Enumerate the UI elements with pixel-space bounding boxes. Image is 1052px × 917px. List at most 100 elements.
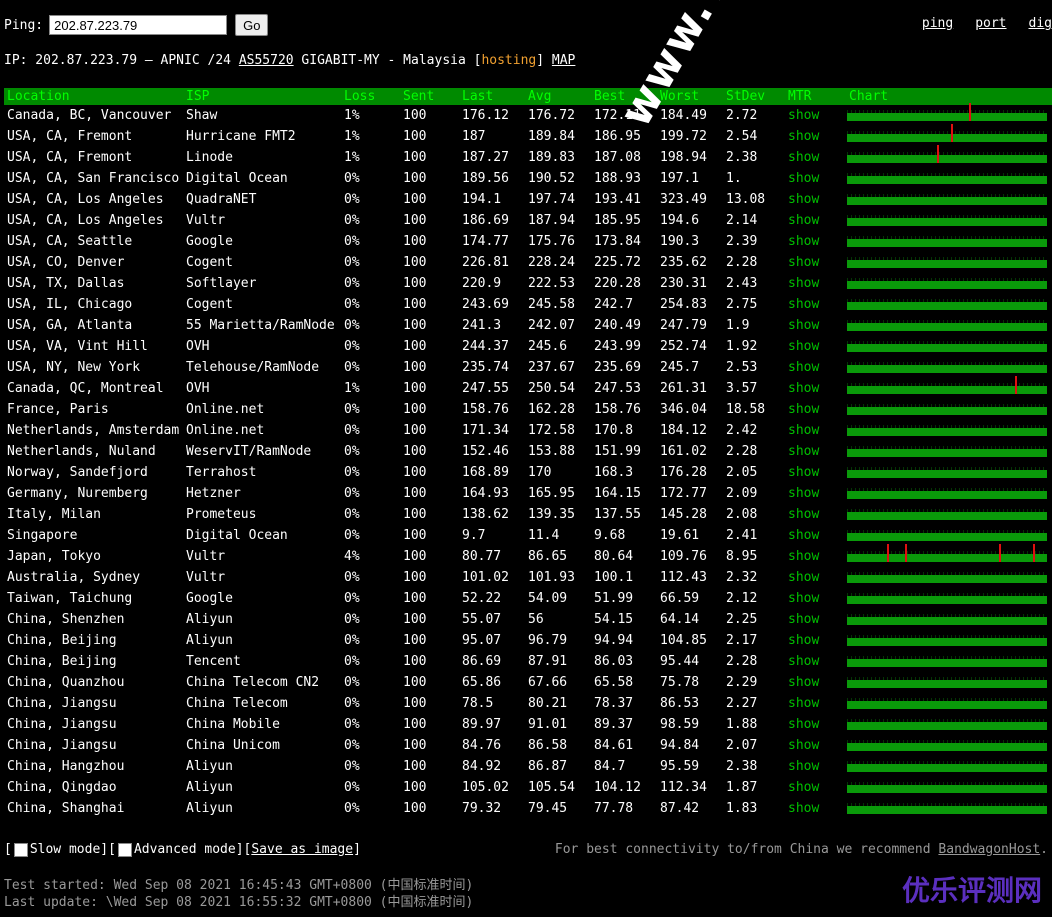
loss-cell: 1% — [344, 108, 360, 123]
table-row: Canada, QC, Montreal OVH 1% 100 247.55 250.54… — [4, 376, 1052, 399]
mtr-show-link[interactable]: show — [788, 234, 819, 249]
sent-cell: 100 — [403, 507, 427, 522]
avg-cell: 67.66 — [528, 675, 568, 690]
mtr-show-link[interactable]: show — [788, 570, 819, 585]
best-cell: 80.64 — [594, 549, 634, 564]
table-body: Canada, BC, Vancouver Shaw 1% 100 176.12 176.… — [4, 103, 1052, 819]
latency-bar — [847, 176, 1047, 184]
bandwagon-link[interactable]: BandwagonHost — [938, 842, 1040, 857]
mtr-show-link[interactable]: show — [788, 654, 819, 669]
last-cell: 176.12 — [462, 108, 509, 123]
location-cell: USA, VA, Vint Hill — [7, 339, 148, 354]
best-cell: 100.1 — [594, 570, 634, 585]
last-cell: 80.77 — [462, 549, 502, 564]
sent-cell: 100 — [403, 570, 427, 585]
mtr-show-link[interactable]: show — [788, 213, 819, 228]
last-cell: 187.27 — [462, 150, 509, 165]
sent-cell: 100 — [403, 738, 427, 753]
loss-cell: 0% — [344, 696, 360, 711]
mtr-show-link[interactable]: show — [788, 402, 819, 417]
mtr-show-link[interactable]: show — [788, 255, 819, 270]
mtr-show-link[interactable]: show — [788, 633, 819, 648]
mtr-show-link[interactable]: show — [788, 381, 819, 396]
latency-chart — [847, 362, 1047, 373]
advanced-mode-checkbox[interactable] — [117, 842, 132, 857]
mtr-show-link[interactable]: show — [788, 108, 819, 123]
ping-input[interactable] — [49, 15, 228, 35]
latency-chart — [847, 145, 1047, 163]
latency-chart — [847, 656, 1047, 667]
mtr-show-link[interactable]: show — [788, 528, 819, 543]
mtr-show-link[interactable]: show — [788, 318, 819, 333]
mode-controls: [Slow mode][Advanced mode][Save as image… — [4, 842, 361, 857]
map-link[interactable]: MAP — [552, 53, 575, 68]
best-cell: 77.78 — [594, 801, 634, 816]
mtr-show-link[interactable]: show — [788, 192, 819, 207]
mtr-show-link[interactable]: show — [788, 696, 819, 711]
latency-bar — [847, 260, 1047, 268]
sent-cell: 100 — [403, 171, 427, 186]
port-link[interactable]: port — [975, 16, 1006, 31]
mtr-show-link[interactable]: show — [788, 465, 819, 480]
mtr-show-link[interactable]: show — [788, 591, 819, 606]
mtr-show-link[interactable]: show — [788, 444, 819, 459]
mtr-show-link[interactable]: show — [788, 801, 819, 816]
location-cell: Norway, Sandefjord — [7, 465, 148, 480]
mtr-show-link[interactable]: show — [788, 738, 819, 753]
worst-cell: 75.78 — [660, 675, 700, 690]
avg-cell: 86.65 — [528, 549, 568, 564]
loss-cell: 0% — [344, 528, 360, 543]
mtr-show-link[interactable]: show — [788, 150, 819, 165]
latency-chart — [847, 236, 1047, 247]
mtr-show-link[interactable]: show — [788, 549, 819, 564]
table-row: USA, GA, Atlanta 55 Marietta/RamNode 0% 100… — [4, 315, 1052, 336]
latency-chart — [847, 173, 1047, 184]
mtr-show-link[interactable]: show — [788, 759, 819, 774]
latency-bar — [847, 302, 1047, 310]
table-row: USA, IL, Chicago Cogent 0% 100 243.69 245.58 2… — [4, 294, 1052, 315]
best-cell: 9.68 — [594, 528, 626, 543]
worst-cell: 145.28 — [660, 507, 707, 522]
ip-mid: GIGABIT-MY - Malaysia [ — [293, 53, 482, 68]
mtr-show-link[interactable]: show — [788, 297, 819, 312]
sent-cell: 100 — [403, 402, 427, 417]
worst-cell: 112.43 — [660, 570, 707, 585]
worst-cell: 19.61 — [660, 528, 700, 543]
avg-cell: 175.76 — [528, 234, 575, 249]
mtr-show-link[interactable]: show — [788, 339, 819, 354]
stdev-cell: 2.53 — [726, 360, 758, 375]
mtr-show-link[interactable]: show — [788, 360, 819, 375]
loss-cell: 0% — [344, 738, 360, 753]
isp-cell: Tencent — [186, 654, 241, 669]
stdev-cell: 2.14 — [726, 213, 758, 228]
mtr-show-link[interactable]: show — [788, 129, 819, 144]
slow-mode-checkbox[interactable] — [13, 842, 28, 857]
table-row: USA, TX, Dallas Softlayer 0% 100 220.9 222.53… — [4, 273, 1052, 294]
mtr-show-link[interactable]: show — [788, 423, 819, 438]
loss-spike — [1033, 544, 1035, 562]
go-button[interactable]: Go — [235, 14, 269, 36]
mtr-show-link[interactable]: show — [788, 675, 819, 690]
mtr-show-link[interactable]: show — [788, 171, 819, 186]
worst-cell: 66.59 — [660, 591, 700, 606]
save-image-link[interactable]: Save as image — [251, 842, 353, 857]
stdev-cell: 1.9 — [726, 318, 750, 333]
latency-bar — [847, 680, 1047, 688]
ping-link[interactable]: ping — [922, 16, 953, 31]
mtr-show-link[interactable]: show — [788, 612, 819, 627]
location-cell: USA, CA, Fremont — [7, 150, 133, 165]
latency-bar — [847, 281, 1047, 289]
asn-link[interactable]: AS55720 — [239, 53, 294, 68]
location-cell: China, Jiangsu — [7, 696, 117, 711]
location-cell: China, Quanzhou — [7, 675, 125, 690]
isp-cell: Terrahost — [186, 465, 257, 480]
mtr-show-link[interactable]: show — [788, 717, 819, 732]
mtr-show-link[interactable]: show — [788, 780, 819, 795]
loss-cell: 1% — [344, 150, 360, 165]
mtr-show-link[interactable]: show — [788, 486, 819, 501]
dig-link[interactable]: dig — [1029, 16, 1052, 31]
mtr-show-link[interactable]: show — [788, 507, 819, 522]
isp-cell: Aliyun — [186, 801, 233, 816]
latency-bar — [847, 659, 1047, 667]
mtr-show-link[interactable]: show — [788, 276, 819, 291]
